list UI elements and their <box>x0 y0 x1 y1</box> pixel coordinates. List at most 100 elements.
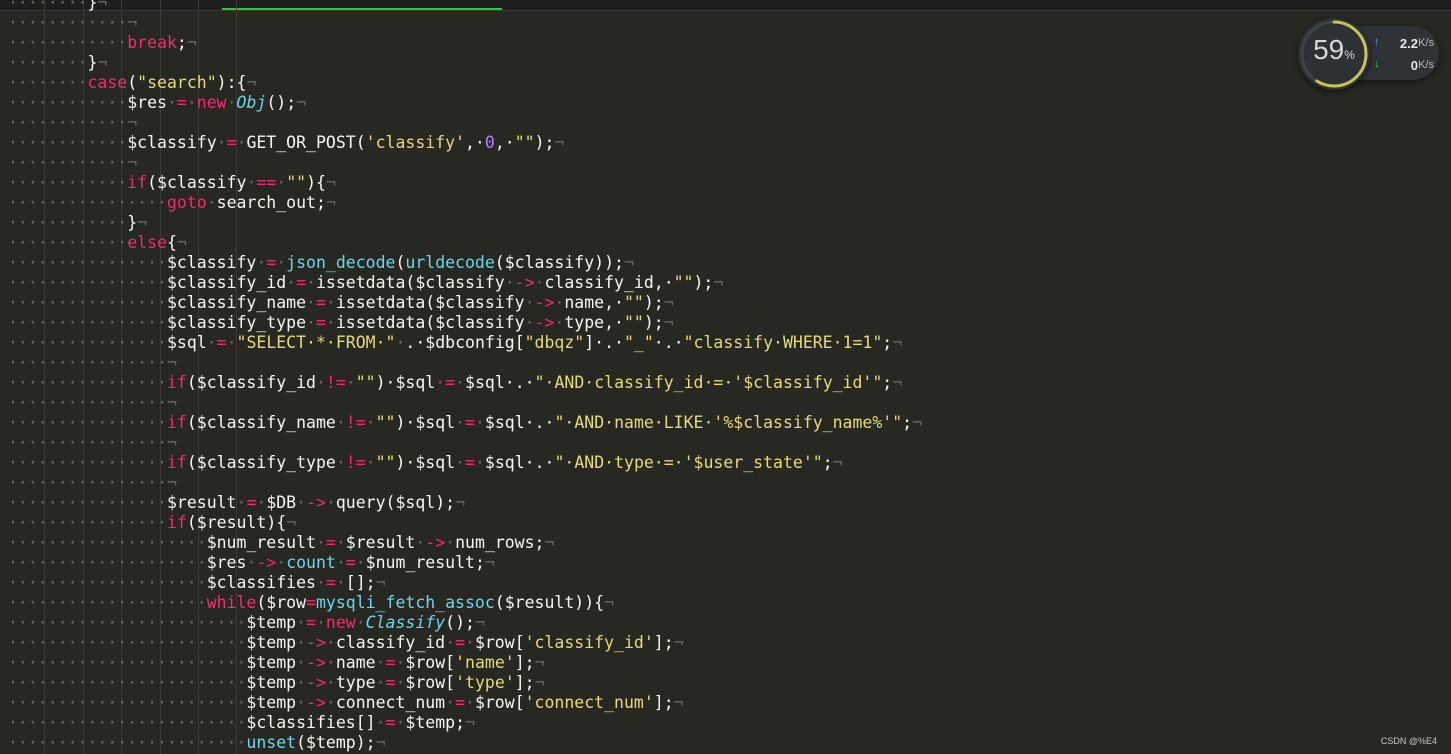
code-token: name,· <box>564 293 624 312</box>
code-editor[interactable]: ········}¬ ············¬ ············break… <box>0 0 1451 754</box>
code-token: ( <box>494 253 505 272</box>
code-token: $res <box>127 93 167 112</box>
code-line[interactable]: ····················$num_result·=·$resul… <box>8 533 554 553</box>
code-token: · <box>325 653 336 672</box>
code-line[interactable]: ················if($classify_id·!=·"")·$… <box>8 373 902 393</box>
code-line[interactable]: ········}¬ <box>8 0 107 13</box>
code-line[interactable]: ················¬ <box>8 473 177 493</box>
code-line[interactable]: ················¬ <box>8 353 177 373</box>
eol-marker: ¬ <box>127 13 138 32</box>
whitespace-dots: ············ <box>8 113 128 132</box>
code-line[interactable]: ························$temp·->·name·=·… <box>8 653 545 673</box>
code-line[interactable]: ························$classifies[]·=·… <box>8 713 475 733</box>
code-token: · <box>226 333 237 352</box>
code-line[interactable]: ················$result·=·$DB·->·query($… <box>8 493 465 513</box>
code-token: 'name' <box>455 653 515 672</box>
code-line[interactable]: ············¬ <box>8 153 137 173</box>
code-token: · <box>474 453 485 472</box>
eol-marker: ¬ <box>465 713 475 732</box>
code-token: []; <box>345 573 376 592</box>
code-line[interactable]: ············if($classify·==·""){¬ <box>8 173 336 193</box>
code-line[interactable]: ················goto·search_out;¬ <box>8 193 336 213</box>
code-line[interactable]: ········case("search"):{¬ <box>8 73 256 93</box>
code-line[interactable]: ························$temp·->·classif… <box>8 633 684 653</box>
code-token: · <box>206 333 217 352</box>
eol-marker: ¬ <box>892 373 903 392</box>
code-token: "·AND·classify_id·=·'$classify_id'" <box>534 373 883 392</box>
code-line[interactable]: ························$temp·=·new·Clas… <box>8 613 485 633</box>
code-line[interactable]: ················$classify·=·json_decode(… <box>8 253 634 273</box>
code-token: $classifies <box>206 573 316 592</box>
code-token: [] <box>355 713 376 732</box>
code-token: ( <box>186 513 197 532</box>
code-token: )· <box>395 453 416 472</box>
code-line[interactable]: ············¬ <box>8 13 137 33</box>
code-token: · <box>554 313 565 332</box>
code-line[interactable]: ················$classify_type·=·issetda… <box>8 313 674 333</box>
code-token: ( <box>147 173 158 192</box>
code-line[interactable]: ············$res·=·new·Obj();¬ <box>8 93 306 113</box>
eol-marker: ¬ <box>166 473 177 492</box>
code-line[interactable]: ····················$res·->·count·=·$num… <box>8 553 495 573</box>
code-token: != <box>345 453 366 472</box>
code-token: = <box>385 713 396 732</box>
code-token: issetdata( <box>335 313 436 332</box>
eol-marker: ¬ <box>663 293 674 312</box>
code-token: $sql <box>484 413 525 432</box>
code-line[interactable]: ············break;¬ <box>8 33 197 53</box>
code-token: $temp <box>246 673 297 692</box>
code-line[interactable]: ············}¬ <box>8 213 147 233</box>
code-token: if <box>127 173 148 192</box>
code-token: · <box>335 453 346 472</box>
code-token: = <box>455 633 465 652</box>
network-speed-widget[interactable]: ↑ 2.2 K/s ↓ 0 K/s 59% <box>1298 18 1441 90</box>
code-token: "" <box>623 293 644 312</box>
code-token: $row <box>266 593 307 612</box>
code-token: -> <box>306 693 326 712</box>
code-token: · <box>335 553 346 572</box>
code-line[interactable]: ························$temp·->·connect… <box>8 693 684 713</box>
code-token: = <box>465 453 475 472</box>
code-token: $classify <box>157 173 247 192</box>
code-token: · <box>395 673 406 692</box>
code-line[interactable]: ····················$classifies·=·[];¬ <box>8 573 386 593</box>
code-token: $sql <box>166 333 207 352</box>
code-line[interactable]: ············¬ <box>8 113 137 133</box>
code-token: $classify <box>435 293 525 312</box>
code-token: = <box>385 673 396 692</box>
eol-marker: ¬ <box>554 133 565 152</box>
code-token: -> <box>306 653 326 672</box>
eol-marker: ¬ <box>325 173 336 192</box>
code-line[interactable]: ················$classify_id·=·issetdata… <box>8 273 723 293</box>
code-line[interactable]: ············$classify·=·GET_OR_POST('cla… <box>8 133 564 153</box>
code-line[interactable]: ················if($result){¬ <box>8 513 296 533</box>
code-line[interactable]: ················if($classify_type·!=·"")… <box>8 453 843 473</box>
code-line[interactable]: ················¬ <box>8 393 177 413</box>
code-line[interactable]: ················¬ <box>8 433 177 453</box>
code-token: · <box>345 373 356 392</box>
code-line[interactable]: ········}¬ <box>8 53 107 73</box>
code-token: $temp <box>405 713 456 732</box>
code-line[interactable]: ················$classify_name·=·issetda… <box>8 293 674 313</box>
code-token: "search" <box>137 73 217 92</box>
code-line[interactable]: ················$sql·=·"SELECT·*·FROM·"·… <box>8 333 902 353</box>
eol-marker: ¬ <box>375 733 386 752</box>
eol-marker: ¬ <box>912 413 923 432</box>
code-token: -> <box>514 273 535 292</box>
code-line[interactable]: ············else{¬ <box>8 233 187 253</box>
code-token: · <box>395 333 406 352</box>
code-token: mysqli_fetch_assoc <box>315 593 495 612</box>
code-token: $res <box>206 553 247 572</box>
code-token: $sql <box>415 413 456 432</box>
eol-marker: ¬ <box>713 273 724 292</box>
code-token: "" <box>355 373 376 392</box>
eol-marker: ¬ <box>97 53 108 72</box>
code-token: = <box>306 613 316 632</box>
code-token: ( <box>395 253 406 272</box>
code-token: ,· <box>465 133 485 152</box>
whitespace-dots: ············ <box>8 133 128 152</box>
code-line[interactable]: ················if($classify_name·!=·"")… <box>8 413 922 433</box>
code-line[interactable]: ····················while($row=mysqli_fe… <box>8 593 614 613</box>
code-line[interactable]: ························unset($temp);¬ <box>8 733 386 753</box>
code-line[interactable]: ························$temp·->·type·=·… <box>8 673 545 693</box>
